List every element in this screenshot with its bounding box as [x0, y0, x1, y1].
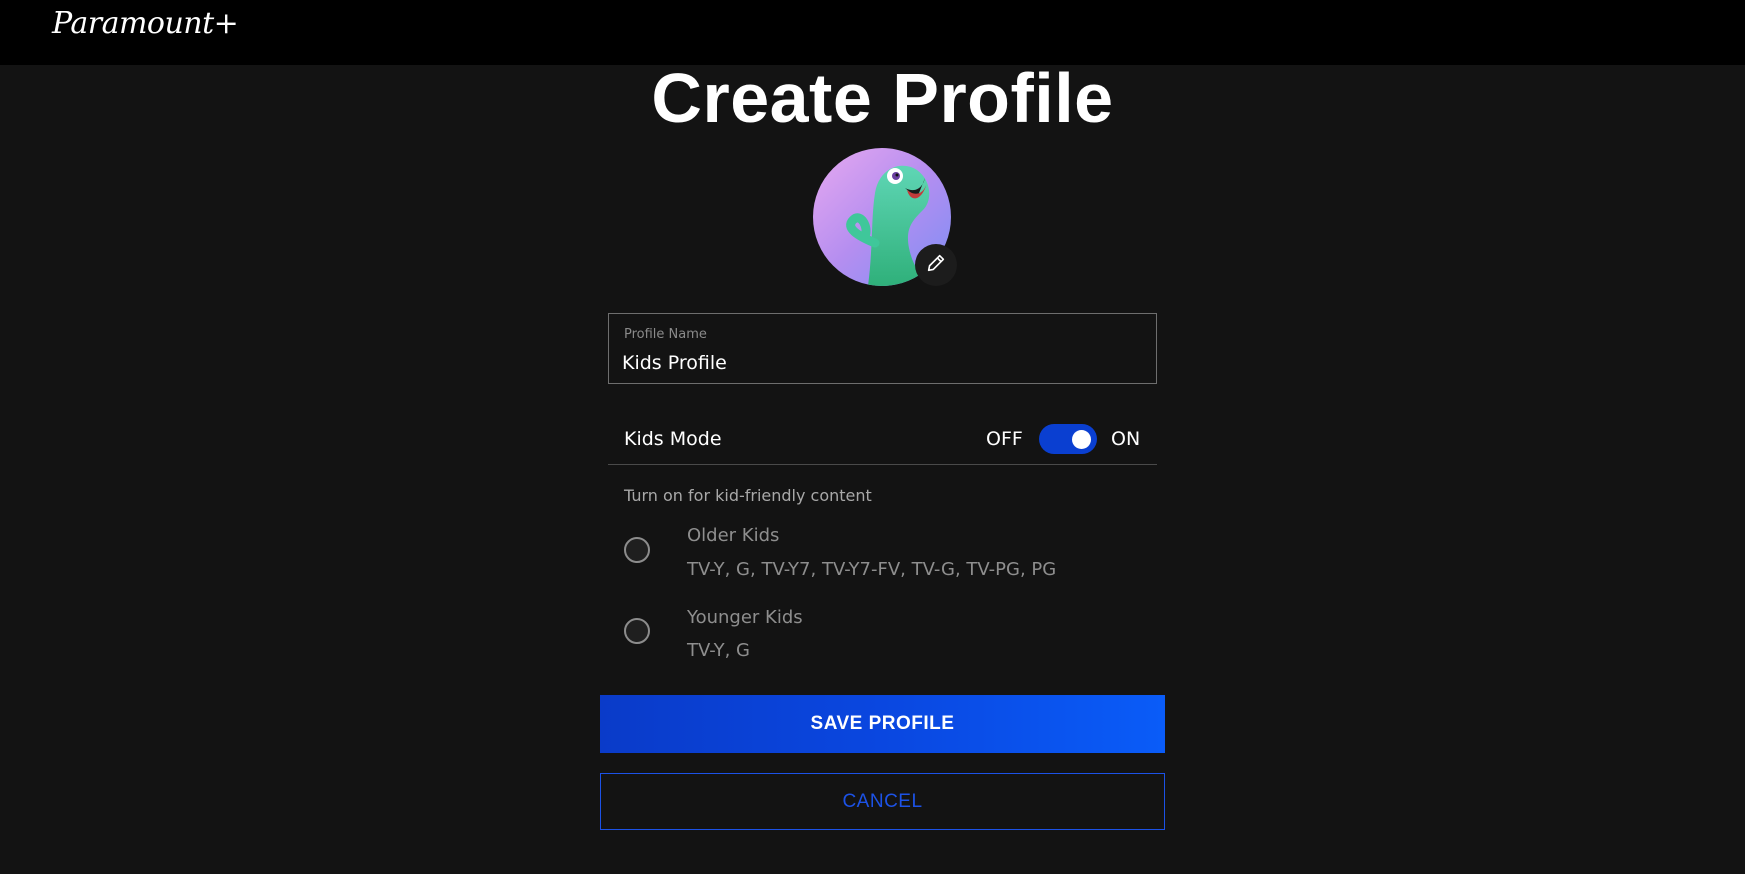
toggle-knob	[1072, 430, 1091, 449]
cancel-button[interactable]: CANCEL	[600, 773, 1165, 830]
kids-mode-hint: Turn on for kid-friendly content	[624, 486, 872, 505]
older-kids-radio[interactable]	[624, 537, 650, 563]
kids-mode-row: Kids Mode OFF ON	[608, 408, 1157, 465]
edit-avatar-button[interactable]	[915, 244, 957, 286]
younger-kids-ratings: TV-Y, G	[687, 640, 750, 661]
save-profile-button[interactable]: SAVE PROFILE	[600, 695, 1165, 753]
profile-name-input[interactable]: Kids Profile	[622, 352, 727, 374]
kids-mode-toggle[interactable]	[1039, 424, 1097, 454]
younger-kids-title: Younger Kids	[687, 607, 803, 628]
top-bar: Paramount+	[0, 0, 1745, 65]
profile-name-label: Profile Name	[624, 327, 707, 342]
kids-mode-label: Kids Mode	[624, 428, 722, 450]
older-kids-ratings: TV-Y, G, TV-Y7, TV-Y7-FV, TV-G, TV-PG, P…	[687, 559, 1057, 580]
profile-name-field[interactable]: Profile Name Kids Profile	[608, 313, 1157, 384]
kids-mode-off-label: OFF	[986, 428, 1023, 450]
pencil-icon	[925, 252, 947, 278]
older-kids-title: Older Kids	[687, 525, 780, 546]
page-title: Create Profile	[651, 59, 1114, 137]
paramount-plus-logo[interactable]: Paramount+	[52, 6, 239, 41]
kids-mode-on-label: ON	[1111, 428, 1141, 450]
younger-kids-radio[interactable]	[624, 618, 650, 644]
